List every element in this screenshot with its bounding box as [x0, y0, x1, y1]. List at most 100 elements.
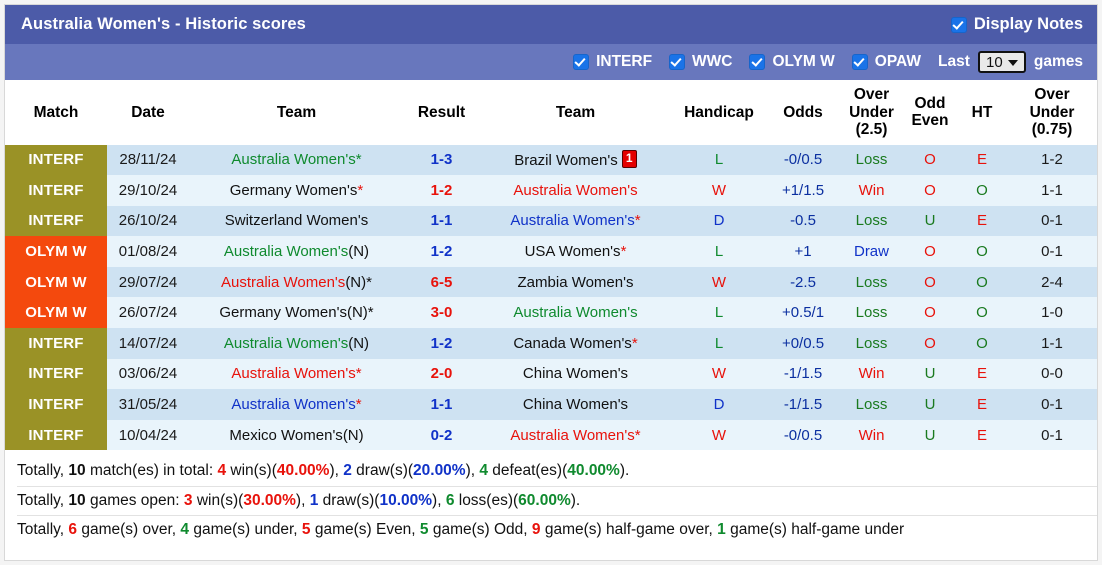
- filter-interf[interactable]: INTERF: [573, 53, 652, 71]
- cell-result-score[interactable]: 6-5: [404, 266, 479, 298]
- cell-home-team[interactable]: Germany Women's(N)*: [189, 297, 404, 329]
- cell-competition[interactable]: INTERF: [5, 419, 107, 451]
- cell-win-loss-draw: L: [672, 236, 766, 267]
- cell-over-under-25: U: [903, 389, 957, 420]
- home-team-name: Germany Women's: [219, 304, 347, 322]
- cell-competition[interactable]: OLYM W: [5, 297, 107, 329]
- s2-p7: loss(es)(: [454, 491, 519, 509]
- wwc-label: WWC: [692, 53, 733, 70]
- table-row[interactable]: INTERF 29/10/24 Germany Women's* 1-2 Austral…: [5, 175, 1097, 206]
- col-over-under-25[interactable]: Over Under (2.5): [840, 80, 903, 145]
- cell-competition[interactable]: INTERF: [5, 144, 107, 176]
- col-ht[interactable]: HT: [957, 80, 1007, 145]
- col-odd-even[interactable]: Odd Even: [903, 80, 957, 145]
- col-result[interactable]: Result: [404, 80, 479, 145]
- away-team-suffix: *: [634, 426, 641, 444]
- s3-half-over: 9: [531, 521, 541, 539]
- cell-competition[interactable]: INTERF: [5, 328, 107, 359]
- col-handicap[interactable]: Handicap: [672, 80, 766, 145]
- wwc-checkbox-icon[interactable]: [669, 54, 686, 70]
- interf-checkbox-icon[interactable]: [573, 54, 590, 70]
- cell-home-team[interactable]: Mexico Women's(N): [189, 419, 404, 451]
- s3-p3: game(s) under,: [189, 521, 302, 539]
- cell-competition[interactable]: INTERF: [5, 358, 107, 390]
- col-ou25-line2: Under: [849, 103, 894, 121]
- cell-home-team[interactable]: Switzerland Women's: [189, 205, 404, 237]
- cell-result-score[interactable]: 1-2: [404, 236, 479, 267]
- cell-odds: Loss: [840, 205, 903, 237]
- col-match[interactable]: Match: [5, 80, 107, 145]
- cell-result-score[interactable]: 2-0: [404, 358, 479, 390]
- cell-competition[interactable]: OLYM W: [5, 266, 107, 298]
- cell-handicap: +1/1.5: [766, 175, 840, 206]
- cell-away-team[interactable]: China Women's: [479, 389, 672, 420]
- col-over-under-075[interactable]: Over Under (0.75): [1007, 80, 1097, 145]
- table-row[interactable]: OLYM W 26/07/24 Germany Women's(N)* 3-0 Aust…: [5, 297, 1097, 329]
- cell-away-team[interactable]: Brazil Women's 1: [479, 144, 672, 176]
- cell-result-score[interactable]: 1-3: [404, 144, 479, 176]
- cell-odd-even: E: [957, 205, 1007, 237]
- cell-away-team[interactable]: Australia Women's: [479, 175, 672, 206]
- table-row[interactable]: INTERF 10/04/24 Mexico Women's(N) 0-2 Austra…: [5, 419, 1097, 451]
- cell-away-team[interactable]: Australia Women's: [479, 297, 672, 329]
- cell-date: 01/08/24: [107, 236, 189, 267]
- cell-competition[interactable]: INTERF: [5, 389, 107, 420]
- cell-home-team[interactable]: Australia Women's*: [189, 358, 404, 390]
- cell-away-team[interactable]: Zambia Women's: [479, 266, 672, 298]
- olym-w-checkbox-icon[interactable]: [749, 54, 766, 70]
- table-row[interactable]: OLYM W 01/08/24 Australia Women's(N) 1-2 USA…: [5, 236, 1097, 267]
- table-row[interactable]: INTERF 31/05/24 Australia Women's* 1-1 China…: [5, 389, 1097, 420]
- cell-home-team[interactable]: Australia Women's*: [189, 389, 404, 420]
- cell-home-team[interactable]: Australia Women's(N): [189, 328, 404, 359]
- opaw-checkbox-icon[interactable]: [851, 54, 868, 70]
- display-notes-toggle[interactable]: Display Notes: [950, 15, 1083, 34]
- filter-wwc[interactable]: WWC: [669, 53, 732, 71]
- cell-away-team[interactable]: Australia Women's*: [479, 205, 672, 237]
- cell-result-score[interactable]: 1-1: [404, 389, 479, 420]
- table-row[interactable]: INTERF 26/10/24 Switzerland Women's 1-1 Aust…: [5, 205, 1097, 237]
- col-odds[interactable]: Odds: [766, 80, 840, 145]
- historic-scores-table: Match Date Team Result Team Handicap Odd…: [5, 80, 1097, 451]
- col-oddeven-line1: Odd: [914, 94, 946, 112]
- home-team-name: Mexico Women's: [229, 426, 343, 444]
- away-team-name: Australia Women's: [510, 212, 635, 230]
- col-away-team[interactable]: Team: [479, 80, 672, 145]
- cell-odds: Loss: [840, 328, 903, 359]
- cell-half-time: 1-1: [1007, 175, 1097, 206]
- cell-away-team[interactable]: Australia Women's*: [479, 419, 672, 451]
- cell-result-score[interactable]: 1-1: [404, 205, 479, 237]
- cell-result-score[interactable]: 3-0: [404, 297, 479, 329]
- cell-home-team[interactable]: Australia Women's(N): [189, 236, 404, 267]
- filter-opaw[interactable]: OPAW: [851, 53, 921, 71]
- cell-competition[interactable]: INTERF: [5, 175, 107, 206]
- table-row[interactable]: INTERF 14/07/24 Australia Women's(N) 1-2 Can…: [5, 328, 1097, 359]
- summary-line-total: Totally, 10 match(es) in total: 4 win(s)…: [17, 457, 1097, 487]
- display-notes-checkbox-icon[interactable]: [950, 16, 967, 33]
- cell-away-team[interactable]: China Women's: [479, 358, 672, 390]
- s3-odd: 5: [419, 521, 429, 539]
- s1-p3: win(s)(: [226, 462, 277, 480]
- s2-p1: Totally,: [17, 491, 69, 509]
- last-games-select[interactable]: 10: [977, 51, 1026, 73]
- cell-home-team[interactable]: Australia Women's(N)*: [189, 266, 404, 298]
- col-ou075-line1: Over: [1034, 86, 1070, 103]
- cell-result-score[interactable]: 1-2: [404, 175, 479, 206]
- page-root: Australia Women's - Historic scores Disp…: [0, 0, 1102, 565]
- cell-away-team[interactable]: Canada Women's*: [479, 328, 672, 359]
- filter-olym-w[interactable]: OLYM W: [749, 53, 835, 71]
- cell-competition[interactable]: INTERF: [5, 205, 107, 237]
- table-row[interactable]: INTERF 28/11/24 Australia Women's* 1-3 Brazi…: [5, 144, 1097, 176]
- cell-competition[interactable]: OLYM W: [5, 236, 107, 267]
- table-row[interactable]: INTERF 03/06/24 Australia Women's* 2-0 China…: [5, 358, 1097, 390]
- cell-away-team[interactable]: USA Women's*: [479, 236, 672, 267]
- s3-even: 5: [301, 521, 311, 539]
- cell-home-team[interactable]: Germany Women's*: [189, 175, 404, 206]
- cell-result-score[interactable]: 1-2: [404, 328, 479, 359]
- cell-result-score[interactable]: 0-2: [404, 419, 479, 451]
- col-date[interactable]: Date: [107, 80, 189, 145]
- cell-home-team[interactable]: Australia Women's*: [189, 144, 404, 176]
- cell-odd-even: O: [957, 175, 1007, 206]
- table-row[interactable]: OLYM W 29/07/24 Australia Women's(N)* 6-5 Za…: [5, 266, 1097, 298]
- s3-p4: game(s) Even,: [310, 521, 420, 539]
- col-home-team[interactable]: Team: [189, 80, 404, 145]
